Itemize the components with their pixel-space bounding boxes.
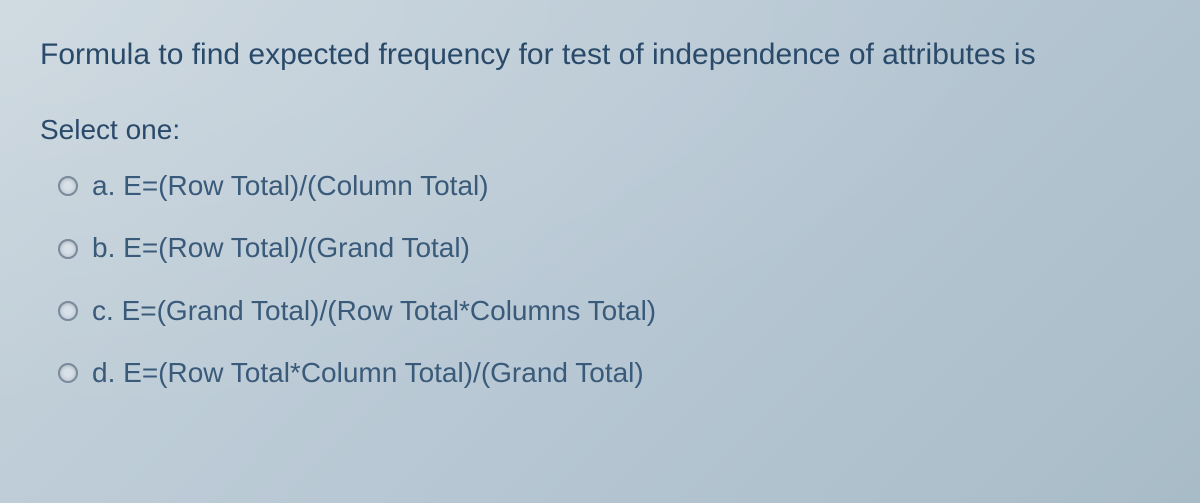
radio-a[interactable] [58,176,78,196]
option-d-letter: d. [92,357,115,388]
option-d-formula: E=(Row Total*Column Total)/(Grand Total) [123,357,644,388]
radio-d[interactable] [58,363,78,383]
option-a-text: a. E=(Row Total)/(Column Total) [92,168,489,204]
option-b[interactable]: b. E=(Row Total)/(Grand Total) [58,230,1160,266]
option-d[interactable]: d. E=(Row Total*Column Total)/(Grand Tot… [58,355,1160,391]
option-b-text: b. E=(Row Total)/(Grand Total) [92,230,470,266]
option-a[interactable]: a. E=(Row Total)/(Column Total) [58,168,1160,204]
quiz-question-container: Formula to find expected frequency for t… [24,20,1176,432]
option-a-letter: a. [92,170,115,201]
option-d-text: d. E=(Row Total*Column Total)/(Grand Tot… [92,355,644,391]
options-list: a. E=(Row Total)/(Column Total) b. E=(Ro… [40,168,1160,392]
radio-c[interactable] [58,301,78,321]
option-c-text: c. E=(Grand Total)/(Row Total*Columns To… [92,293,656,329]
option-b-formula: E=(Row Total)/(Grand Total) [123,232,470,263]
option-c-formula: E=(Grand Total)/(Row Total*Columns Total… [122,295,657,326]
select-one-label: Select one: [40,114,1160,146]
option-c[interactable]: c. E=(Grand Total)/(Row Total*Columns To… [58,293,1160,329]
question-text: Formula to find expected frequency for t… [40,34,1160,76]
option-a-formula: E=(Row Total)/(Column Total) [123,170,488,201]
option-c-letter: c. [92,295,114,326]
radio-b[interactable] [58,239,78,259]
option-b-letter: b. [92,232,115,263]
